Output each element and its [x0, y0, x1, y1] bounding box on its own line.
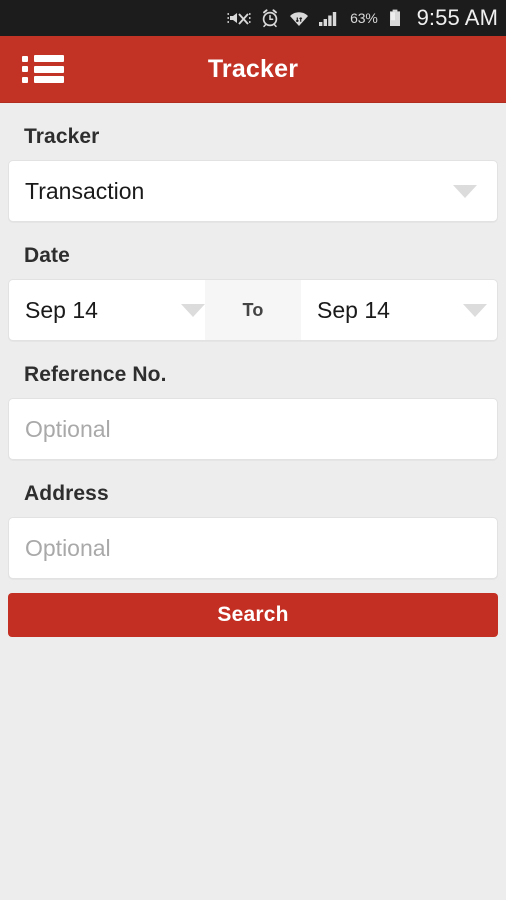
page-title: Tracker	[207, 54, 299, 83]
menu-line	[34, 65, 64, 73]
clock-label: 9:55 AM	[416, 5, 498, 30]
address-field[interactable]: Optional	[8, 517, 498, 579]
date-to-value: Sep 14	[317, 296, 390, 323]
address-placeholder: Optional	[25, 534, 111, 561]
menu-bullet-dot	[22, 66, 28, 72]
mute-vibrate-icon	[227, 13, 251, 25]
chevron-down-icon	[463, 303, 487, 317]
app-bar: Tracker	[0, 36, 506, 103]
tracker-select-value: Transaction	[25, 177, 145, 204]
menu-icon-row	[22, 55, 68, 62]
chevron-down-icon	[453, 184, 477, 198]
menu-bullet-dot	[22, 55, 28, 62]
menu-bullet-dot	[22, 76, 28, 83]
date-to-select[interactable]: Sep 14	[301, 280, 497, 340]
reference-no-field[interactable]: Optional	[8, 398, 498, 460]
date-from-value: Sep 14	[25, 296, 98, 323]
date-from-select[interactable]: Sep 14	[9, 280, 205, 340]
signal-bars-icon	[319, 12, 337, 26]
menu-line	[34, 55, 64, 62]
tracker-label: Tracker	[24, 125, 100, 148]
date-range-separator-label: To	[242, 299, 264, 320]
wifi-icon	[290, 12, 309, 26]
date-label: Date	[24, 244, 70, 267]
battery-icon	[389, 9, 400, 26]
status-bar-icons: 63% 9:55 AM	[227, 5, 498, 31]
tracker-select[interactable]: Transaction	[8, 160, 498, 222]
date-range-row: Sep 14 To Sep 14	[8, 279, 498, 341]
reference-no-placeholder: Optional	[25, 415, 111, 442]
battery-percent-label: 63%	[350, 10, 378, 26]
search-button[interactable]: Search	[8, 593, 498, 637]
menu-icon-row	[22, 76, 68, 83]
form-content: Tracker Transaction Date Sep 14 To Sep 1…	[0, 103, 506, 637]
chevron-down-icon	[181, 303, 205, 317]
status-bar: 63% 9:55 AM	[0, 0, 506, 36]
alarm-clock-icon	[262, 9, 278, 28]
menu-line	[34, 76, 64, 83]
address-label: Address	[24, 482, 109, 505]
date-range-separator: To	[205, 280, 301, 340]
reference-no-label: Reference No.	[24, 363, 167, 386]
menu-icon-row	[22, 65, 68, 73]
list-menu-icon[interactable]	[22, 52, 68, 86]
